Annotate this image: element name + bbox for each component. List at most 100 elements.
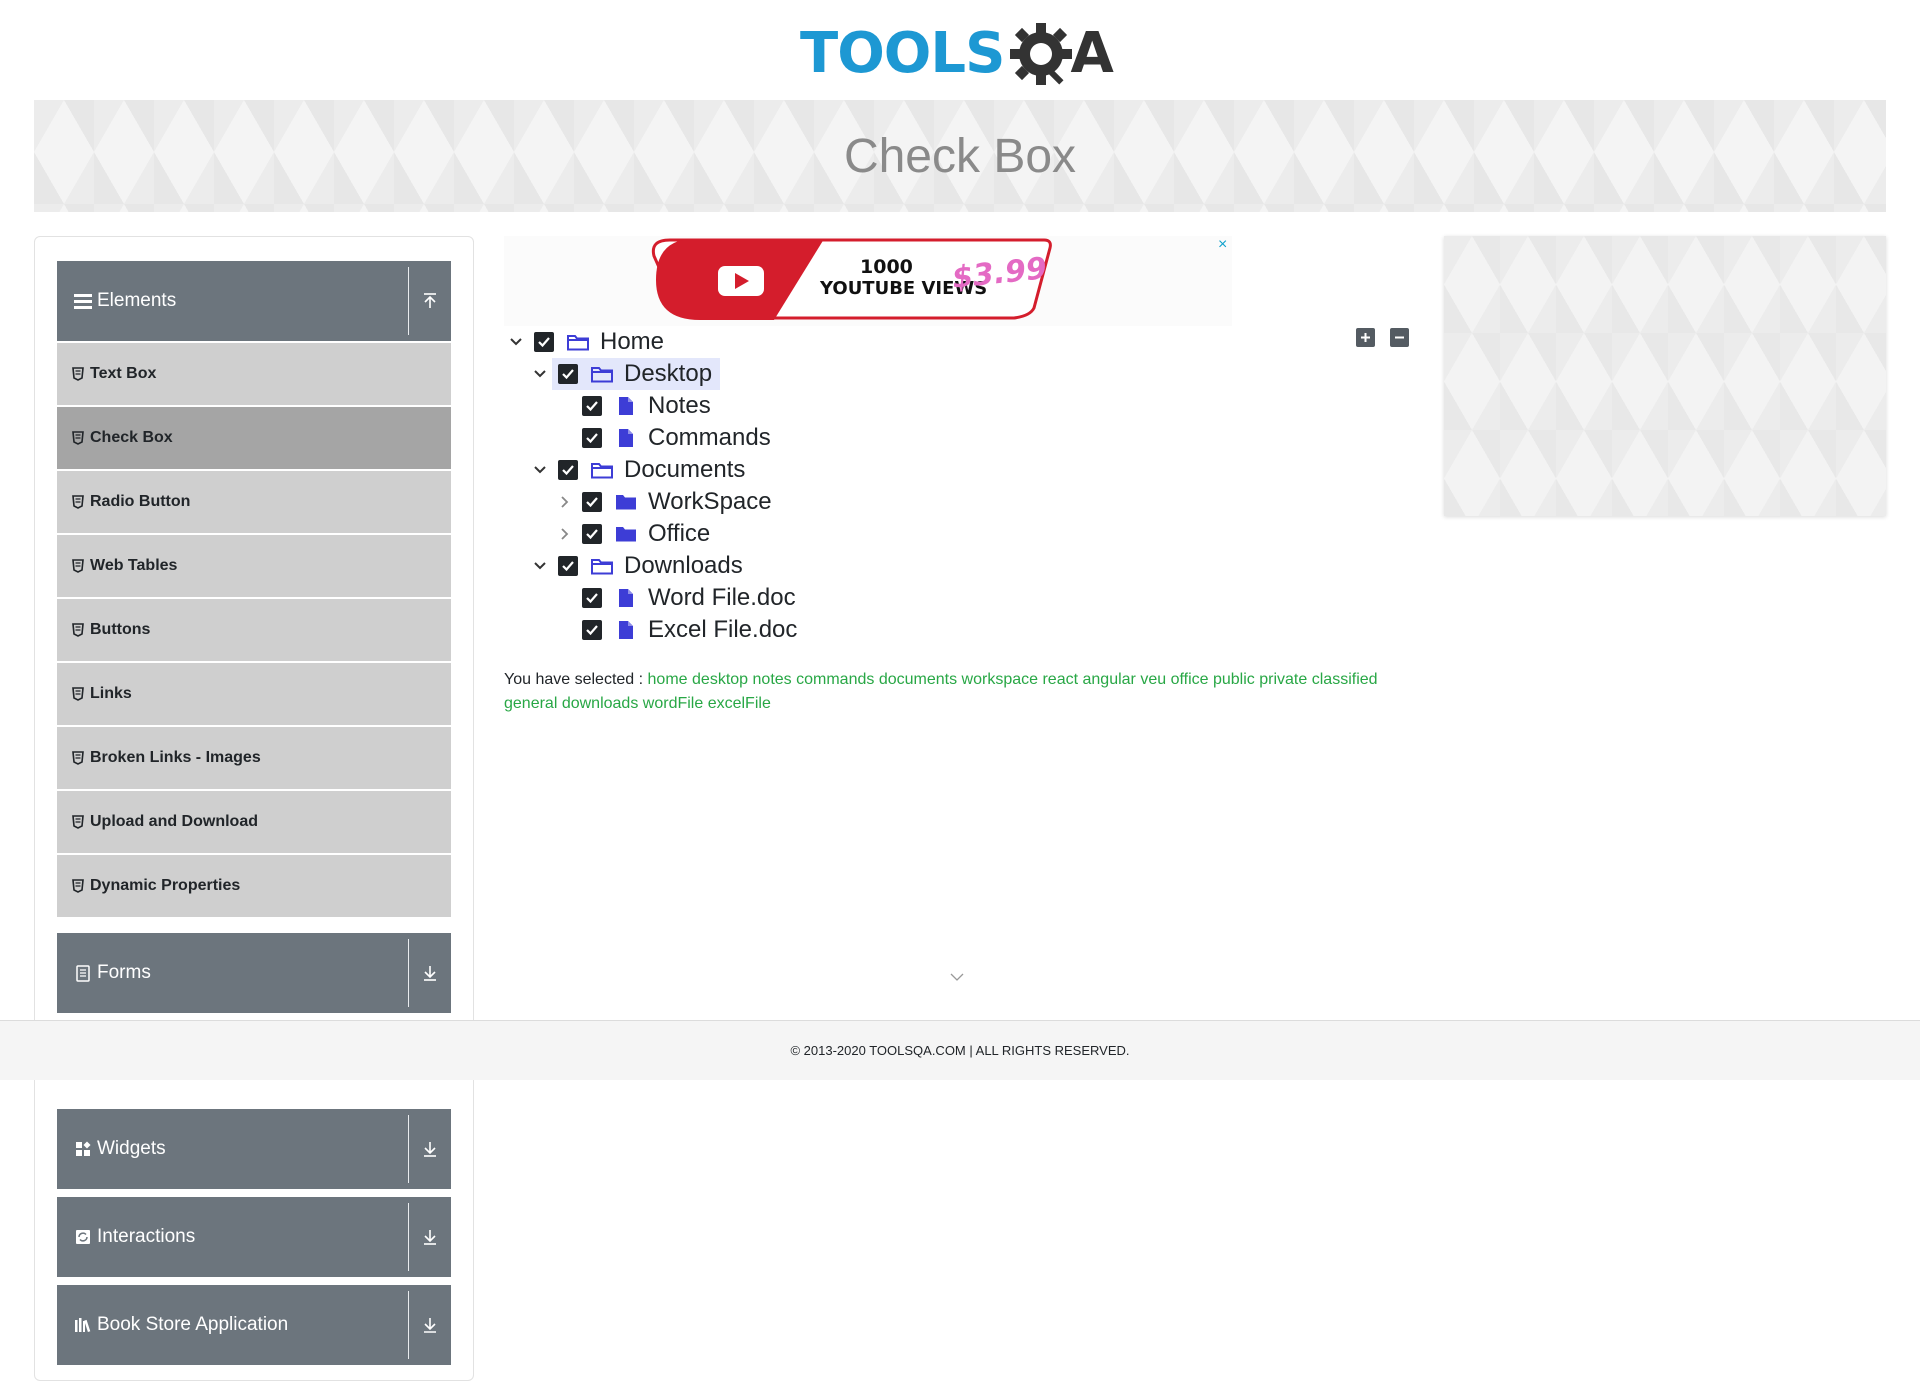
checkbox[interactable] <box>558 460 578 480</box>
ad-banner[interactable]: 1000 YOUTUBE VIEWS $3.99 <box>504 236 1232 326</box>
chevron-right-icon[interactable] <box>552 490 576 514</box>
tree-node-notes: Notes <box>552 390 711 422</box>
selected-item: excelFile <box>707 695 771 712</box>
selected-item: commands <box>796 671 875 688</box>
footer: © 2013-2020 TOOLSQA.COM | ALL RIGHTS RES… <box>0 1020 1920 1080</box>
folder-open-icon <box>566 330 590 354</box>
checkbox[interactable] <box>558 364 578 384</box>
folder-closed-icon <box>614 490 638 514</box>
hamburger-icon <box>73 291 93 311</box>
node-label[interactable]: Office <box>648 520 710 548</box>
menu-item-web-tables[interactable]: Web Tables <box>57 535 451 597</box>
group-widgets[interactable]: Widgets <box>57 1109 451 1189</box>
tree-node-word-file: Word File.doc <box>552 582 796 614</box>
selected-item: public <box>1212 671 1255 688</box>
checkbox[interactable] <box>582 396 602 416</box>
ad-line-1: 1000 <box>860 256 913 278</box>
checkbox[interactable] <box>582 524 602 544</box>
collapse-up-icon[interactable] <box>417 261 443 341</box>
chevron-down-icon[interactable] <box>528 458 552 482</box>
expand-all-button[interactable] <box>1356 328 1375 347</box>
node-label[interactable]: WorkSpace <box>648 488 772 516</box>
node-highlight: Desktop <box>552 358 721 390</box>
selected-item: workspace <box>961 671 1039 688</box>
page-banner: Check Box <box>34 100 1886 212</box>
form-icon <box>73 963 93 983</box>
menu-item-check-box[interactable]: Check Box <box>57 407 451 469</box>
collapse-all-button[interactable] <box>1390 328 1409 347</box>
expand-down-icon[interactable] <box>417 1197 443 1277</box>
node-label[interactable]: Notes <box>648 392 711 420</box>
group-interactions[interactable]: Interactions <box>57 1197 451 1277</box>
divider <box>408 1291 409 1359</box>
selected-item: downloads <box>561 695 639 712</box>
node-label[interactable]: Commands <box>648 424 771 452</box>
menu-item-label: Upload and Download <box>90 813 258 830</box>
selected-item: office <box>1170 671 1209 688</box>
expand-down-icon[interactable] <box>417 1285 443 1365</box>
group-book-store[interactable]: Book Store Application <box>57 1285 451 1365</box>
group-label: Elements <box>97 290 177 311</box>
checkbox[interactable] <box>582 620 602 640</box>
menu-item-dynamic-properties[interactable]: Dynamic Properties <box>57 855 451 917</box>
menu-item-upload-download[interactable]: Upload and Download <box>57 791 451 853</box>
folder-closed-icon <box>614 522 638 546</box>
menu-item-label: Text Box <box>90 365 157 382</box>
close-icon[interactable]: × <box>1218 236 1227 254</box>
node-label[interactable]: Home <box>600 328 664 356</box>
tree-node-desktop: Desktop <box>528 358 721 390</box>
selected-item: angular <box>1082 671 1136 688</box>
side-ad[interactable] <box>1444 236 1886 516</box>
selected-item: wordFile <box>642 695 704 712</box>
selected-item: react <box>1042 671 1079 688</box>
shield-icon <box>72 559 84 573</box>
plus-icon <box>1361 333 1370 342</box>
chevron-down-icon[interactable] <box>950 972 964 982</box>
group-forms[interactable]: Forms <box>57 933 451 1013</box>
selected-item: veu <box>1140 671 1167 688</box>
tree-node-commands: Commands <box>552 422 771 454</box>
node-label[interactable]: Desktop <box>624 360 712 388</box>
checkbox[interactable] <box>582 588 602 608</box>
checkbox[interactable] <box>582 428 602 448</box>
expand-down-icon[interactable] <box>417 1109 443 1189</box>
expand-down-icon[interactable] <box>417 933 443 1013</box>
menu-item-buttons[interactable]: Buttons <box>57 599 451 661</box>
interactions-icon <box>73 1227 93 1247</box>
chevron-right-icon[interactable] <box>552 522 576 546</box>
divider <box>408 267 409 335</box>
selected-item: classified <box>1311 671 1378 688</box>
menu-item-broken-links[interactable]: Broken Links - Images <box>57 727 451 789</box>
menu-item-text-box[interactable]: Text Box <box>57 343 451 405</box>
group-label: Book Store Application <box>97 1314 289 1335</box>
checkbox[interactable] <box>534 332 554 352</box>
chevron-down-icon[interactable] <box>528 362 552 386</box>
node-label[interactable]: Downloads <box>624 552 743 580</box>
menu-item-links[interactable]: Links <box>57 663 451 725</box>
toolsqa-logo[interactable]: TOOLS A <box>800 16 1114 92</box>
selected-item: notes <box>752 671 792 688</box>
checkbox[interactable] <box>558 556 578 576</box>
footer-text: © 2013-2020 TOOLSQA.COM | ALL RIGHTS RES… <box>790 1043 1130 1058</box>
widgets-icon <box>73 1139 93 1159</box>
node-label[interactable]: Word File.doc <box>648 584 796 612</box>
node-label[interactable]: Documents <box>624 456 745 484</box>
shield-icon <box>72 431 84 445</box>
menu-item-radio-button[interactable]: Radio Button <box>57 471 451 533</box>
file-icon <box>614 618 638 642</box>
folder-open-icon <box>590 458 614 482</box>
group-label: Widgets <box>97 1138 166 1159</box>
file-icon <box>614 394 638 418</box>
file-icon <box>614 586 638 610</box>
checkbox[interactable] <box>582 492 602 512</box>
chevron-down-icon[interactable] <box>504 330 528 354</box>
folder-open-icon <box>590 554 614 578</box>
node-label[interactable]: Excel File.doc <box>648 616 797 644</box>
selected-item: desktop <box>692 671 749 688</box>
selected-item: general <box>504 695 558 712</box>
divider <box>408 1115 409 1183</box>
chevron-down-icon[interactable] <box>528 554 552 578</box>
group-elements[interactable]: Elements <box>57 261 451 341</box>
